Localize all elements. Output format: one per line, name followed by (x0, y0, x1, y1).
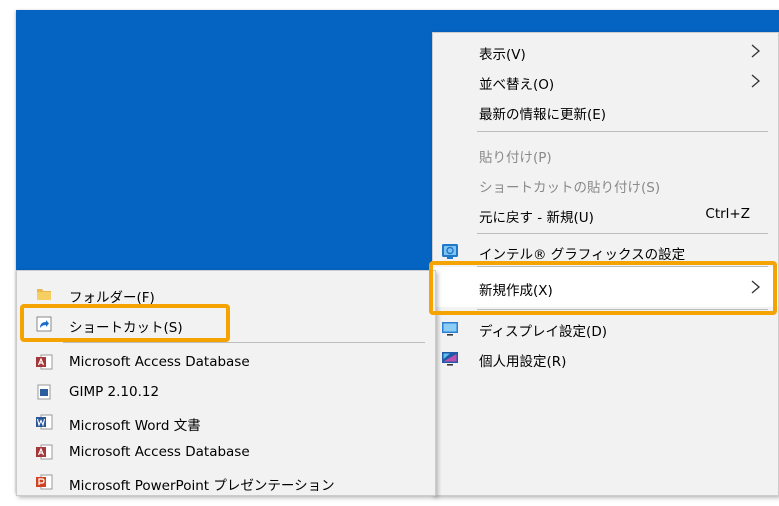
submenu-item-label: Microsoft Word 文書 (69, 418, 201, 434)
menu-item-undo-new[interactable]: 元に戻す - 新規(U) Ctrl+Z (433, 199, 778, 229)
menu-item-label: 最新の情報に更新(E) (479, 107, 607, 123)
display-settings-icon (442, 322, 458, 336)
menu-item-label: 元に戻す - 新規(U) (479, 210, 594, 226)
gimp-image-icon (37, 384, 51, 400)
access-icon (36, 444, 53, 460)
menu-separator (477, 233, 768, 234)
submenu-item-word-document[interactable]: Microsoft Word 文書 (17, 407, 435, 437)
menu-item-sort-by[interactable]: 並べ替え(O) (433, 66, 778, 96)
personalize-icon (442, 352, 458, 366)
menu-item-paste-shortcut[interactable]: ショートカットの貼り付け(S) (433, 169, 778, 199)
highlight-new-item (429, 261, 777, 315)
menu-item-refresh[interactable]: 最新の情報に更新(E) (433, 96, 778, 126)
menu-separator (63, 342, 425, 343)
menu-item-view[interactable]: 表示(V) (433, 36, 778, 66)
menu-item-label: 並べ替え(O) (479, 77, 555, 93)
menu-item-label: 貼り付け(P) (479, 150, 552, 166)
submenu-item-access-database-2[interactable]: Microsoft Access Database (17, 437, 435, 467)
menu-item-accelerator: Ctrl+Z (705, 206, 750, 222)
powerpoint-icon (36, 474, 53, 490)
chevron-right-icon (751, 74, 760, 88)
intel-graphics-icon (442, 244, 458, 259)
screen: 表示(V) 並べ替え(O) 最新の情報に更新(E) 貼り付け(P) ショートカッ… (0, 0, 779, 506)
submenu-item-powerpoint-presentation[interactable]: Microsoft PowerPoint プレゼンテーション (17, 467, 435, 497)
menu-separator (477, 131, 768, 132)
menu-item-label: インテル® グラフィックスの設定 (479, 247, 686, 263)
menu-item-label: ショートカットの貼り付け(S) (479, 180, 661, 196)
menu-item-label: 個人用設定(R) (479, 354, 567, 370)
menu-item-paste[interactable]: 貼り付け(P) (433, 139, 778, 169)
submenu-item-label: Microsoft PowerPoint プレゼンテーション (69, 478, 335, 494)
submenu-item-label: Microsoft Access Database (69, 354, 250, 370)
submenu-item-access-database[interactable]: Microsoft Access Database (17, 347, 435, 377)
chevron-right-icon (751, 44, 760, 58)
menu-item-label: 表示(V) (479, 47, 526, 63)
access-icon (36, 354, 53, 370)
highlight-shortcut-item (20, 304, 230, 342)
word-icon (36, 414, 53, 430)
submenu-item-label: GIMP 2.10.12 (69, 384, 160, 400)
submenu-item-gimp-image[interactable]: GIMP 2.10.12 (17, 377, 435, 407)
menu-item-display-settings[interactable]: ディスプレイ設定(D) (433, 313, 778, 343)
submenu-item-label: Microsoft Access Database (69, 444, 250, 460)
submenu-item-label: フォルダー(F) (69, 290, 155, 306)
menu-item-personalize[interactable]: 個人用設定(R) (433, 343, 778, 373)
folder-icon (37, 289, 51, 300)
menu-item-label: ディスプレイ設定(D) (479, 324, 607, 340)
